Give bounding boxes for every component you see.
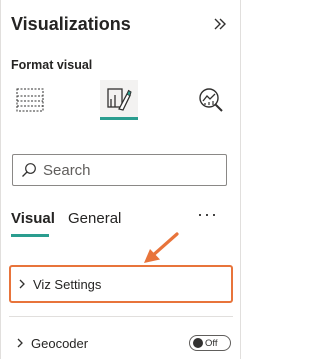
double-chevron-right-icon — [214, 18, 226, 30]
geocoder-toggle[interactable]: Off — [189, 335, 231, 351]
magnifier-chart-icon — [199, 88, 223, 112]
paint-brush-icon — [107, 87, 132, 111]
pane-title: Visualizations — [11, 14, 131, 34]
section-subtitle: Format visual — [11, 58, 93, 72]
analytics-button[interactable] — [192, 80, 230, 120]
collapse-pane-button[interactable] — [212, 16, 228, 32]
section-label: Geocoder — [31, 335, 89, 351]
section-viz-settings[interactable]: Viz Settings — [9, 265, 233, 303]
search-icon — [22, 163, 36, 177]
chevron-right-icon — [19, 279, 25, 289]
format-visual-button[interactable] — [100, 80, 138, 120]
build-visual-button[interactable] — [11, 80, 49, 120]
section-label: Viz Settings — [33, 276, 102, 292]
tab-general[interactable]: General — [68, 210, 121, 227]
active-tab-indicator — [11, 234, 49, 237]
section-divider — [9, 316, 233, 317]
visualizations-pane: Visualizations Format visual Search Visu… — [0, 0, 241, 359]
search-field[interactable] — [12, 154, 227, 186]
toggle-state-label: Off — [205, 337, 218, 349]
annotation-arrow-icon — [144, 232, 179, 263]
tab-visual[interactable]: Visual — [11, 210, 55, 227]
chevron-right-icon — [17, 338, 23, 348]
search-input[interactable] — [43, 161, 213, 179]
table-grid-icon — [16, 88, 44, 112]
more-options-button[interactable]: ··· — [197, 204, 218, 225]
toggle-knob — [193, 338, 203, 348]
